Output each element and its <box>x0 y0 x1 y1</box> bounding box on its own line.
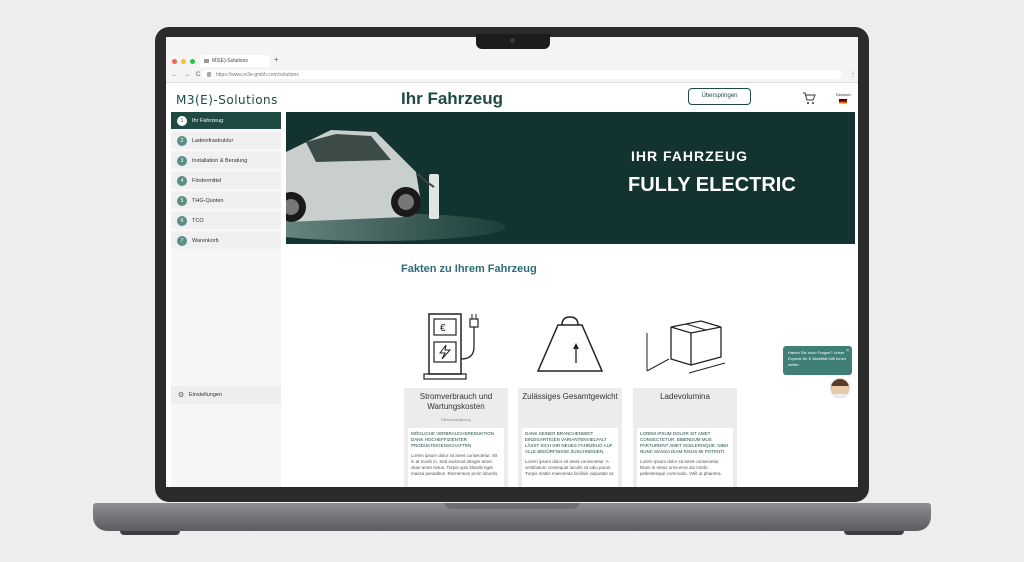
sidebar-item-foerdermittel[interactable]: 4 Fördermittel <box>171 172 281 190</box>
sidebar-item-label: Ladeinfrastruktur <box>192 138 234 144</box>
cart-icon[interactable] <box>802 91 816 105</box>
card-image <box>633 297 737 388</box>
sidebar-item-thg-quoten[interactable]: 5 THG-Quoten <box>171 192 281 210</box>
camera-notch <box>476 34 550 49</box>
settings-button[interactable]: ⚙ Einstellungen <box>171 386 281 404</box>
card-title: Ladevolumina <box>660 392 710 401</box>
step-number: 4 <box>177 176 187 186</box>
hero-banner: IHR FAHRZEUG FULLY ELECTRIC <box>286 112 855 244</box>
card-heading: LOREM IPSUM DOLOR SIT AMET CONSECTETUR. … <box>640 431 729 454</box>
close-window-button[interactable] <box>172 59 177 64</box>
sidebar-item-label: THG-Quoten <box>192 198 224 204</box>
camera-icon <box>510 38 515 43</box>
chat-agent-avatar[interactable] <box>830 378 850 398</box>
card-heading: DANK SEINER BRANCHENWEIT EINZIGARTIGEN V… <box>525 431 613 454</box>
sidebar-item-ihr-fahrzeug[interactable]: 1 Ihr Fahrzeug <box>171 112 281 130</box>
gear-icon: ⚙ <box>178 392 185 399</box>
sidebar-item-label: Ihr Fahrzeug <box>192 118 224 124</box>
address-bar[interactable]: https://www.m3e-gmbh.com/solutions <box>202 70 842 79</box>
svg-text:€: € <box>440 323 446 334</box>
card-text: Lorem ipsum dolor sit amet consectetur. … <box>640 459 722 476</box>
chat-message: Haben Sie noch Fragen? Unser Experte für… <box>788 350 847 367</box>
sidebar-item-tco[interactable]: 6 TCO <box>171 212 281 230</box>
reload-button[interactable]: C <box>196 72 200 78</box>
step-number: 5 <box>177 196 187 206</box>
skip-button[interactable]: Überspringen <box>688 88 751 105</box>
avatar-hair <box>831 379 849 386</box>
settings-label: Einstellungen <box>189 392 223 398</box>
browser-menu-icon[interactable]: ⋮ <box>850 71 856 78</box>
card-title: Stromverbrauch und Wartungskosten <box>419 392 493 411</box>
charging-station-icon: € <box>423 313 479 380</box>
box-icon <box>646 320 726 374</box>
germany-flag-icon <box>839 99 848 104</box>
step-number: 6 <box>177 216 187 226</box>
language-selector[interactable]: Deutsch <box>836 92 851 104</box>
hero-line-2: FULLY ELECTRIC <box>628 174 796 196</box>
card-subtitle: Effizienzsteigerung <box>441 418 471 422</box>
sidebar-item-label: Warenkorb <box>192 238 219 244</box>
hero-line-1: IHR FAHRZEUG <box>631 148 748 164</box>
laptop-groove <box>445 503 579 509</box>
nav-buttons: ← → C <box>172 72 200 78</box>
fact-card-weight[interactable]: Zulässiges Gesamtgewicht DANK SEINER BRA… <box>518 297 622 487</box>
lock-icon <box>207 72 211 77</box>
card-image <box>518 297 622 388</box>
step-number: 7 <box>177 236 187 246</box>
logo[interactable]: M3(E)-Solutions <box>176 93 278 107</box>
sidebar: 1 Ihr Fahrzeug 2 Ladeinfrastruktur 3 Ins… <box>171 112 281 487</box>
laptop-foot <box>844 531 904 535</box>
card-body: LOREM IPSUM DOLOR SIT AMET CONSECTETUR. … <box>637 428 733 487</box>
sidebar-item-label: TCO <box>192 218 204 224</box>
sidebar-item-installation[interactable]: 3 Installation & Beratung <box>171 152 281 170</box>
facts-heading: Fakten zu Ihrem Fahrzeug <box>401 263 537 275</box>
tab-title: M3(E)-Solutions <box>212 58 248 64</box>
back-button[interactable]: ← <box>172 72 178 78</box>
laptop-foot <box>120 531 180 535</box>
fact-card-volume[interactable]: Ladevolumina LOREM IPSUM DOLOR SIT AMET … <box>633 297 737 487</box>
card-text: Lorem ipsum dolor sit amet consectetur. … <box>525 459 615 476</box>
maximize-window-button[interactable] <box>190 59 195 64</box>
language-label: Deutsch <box>836 92 851 97</box>
card-body: DANK SEINER BRANCHENWEIT EINZIGARTIGEN V… <box>522 428 618 487</box>
sidebar-item-label: Installation & Beratung <box>192 158 248 164</box>
window-controls <box>172 59 195 64</box>
chat-bubble[interactable]: × Haben Sie noch Fragen? Unser Experte f… <box>783 346 852 375</box>
avatar-shirt <box>831 394 849 397</box>
laptop-screen: M3(E)-Solutions + ← → C https://www.m3e-… <box>166 37 858 487</box>
card-text: Lorem ipsum dolor sit amet consectetur. … <box>411 453 499 476</box>
step-number: 1 <box>177 116 187 126</box>
weight-icon <box>536 316 604 372</box>
fact-card-consumption[interactable]: € Stromverbrauch und Wartungskosten Effi… <box>404 297 508 487</box>
new-tab-button[interactable]: + <box>274 55 279 64</box>
card-image: € <box>404 297 508 388</box>
url-text: https://www.m3e-gmbh.com/solutions <box>216 72 299 78</box>
browser-tab[interactable]: M3(E)-Solutions <box>200 55 270 67</box>
forward-button[interactable]: → <box>184 72 190 78</box>
close-chat-icon[interactable]: × <box>846 348 849 354</box>
card-title: Zulässiges Gesamtgewicht <box>522 392 618 401</box>
minimize-window-button[interactable] <box>181 59 186 64</box>
step-number: 3 <box>177 156 187 166</box>
web-page: M3(E)-Solutions Ihr Fahrzeug Überspringe… <box>166 83 858 487</box>
sidebar-item-label: Fördermittel <box>192 178 222 184</box>
card-heading: MÖGLICHE VERBRAUCHSREDUKTION DANK HOCHEF… <box>411 431 495 448</box>
card-body: MÖGLICHE VERBRAUCHSREDUKTION DANK HOCHEF… <box>408 428 504 487</box>
laptop-base <box>93 503 931 531</box>
sidebar-item-warenkorb[interactable]: 7 Warenkorb <box>171 232 281 250</box>
page-title: Ihr Fahrzeug <box>401 89 504 108</box>
sidebar-item-ladeinfrastruktur[interactable]: 2 Ladeinfrastruktur <box>171 132 281 150</box>
step-number: 2 <box>177 136 187 146</box>
favicon-icon <box>204 59 209 63</box>
